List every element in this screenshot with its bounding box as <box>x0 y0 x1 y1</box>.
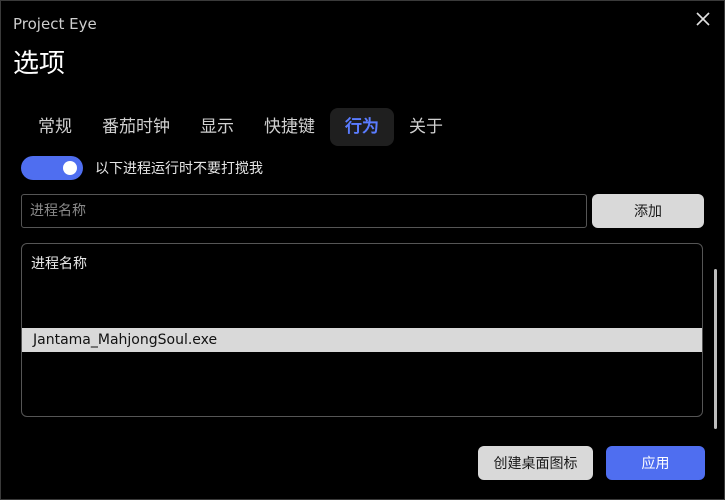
add-button[interactable]: 添加 <box>592 194 704 228</box>
tab-display[interactable]: 显示 <box>185 108 249 146</box>
list-item[interactable]: Jantama_MahjongSoul.exe <box>22 328 702 352</box>
create-desktop-icon-button[interactable]: 创建桌面图标 <box>478 446 593 480</box>
app-title: Project Eye <box>13 15 97 33</box>
dnd-toggle-row: 以下进程运行时不要打搅我 <box>21 156 263 180</box>
process-list[interactable]: 进程名称 Jantama_MahjongSoul.exe <box>21 243 703 417</box>
tab-shortcuts[interactable]: 快捷键 <box>249 108 330 146</box>
close-icon[interactable] <box>691 7 715 31</box>
tab-behavior[interactable]: 行为 <box>330 108 394 146</box>
process-name-input[interactable] <box>21 194 587 228</box>
dnd-toggle-label: 以下进程运行时不要打搅我 <box>95 161 263 177</box>
page-title: 选项 <box>13 49 66 79</box>
options-window: Project Eye 选项 常规 番茄时钟 显示 快捷键 行为 关于 以下进程… <box>0 0 725 500</box>
apply-button[interactable]: 应用 <box>606 446 705 480</box>
dnd-toggle[interactable] <box>21 156 83 180</box>
tab-about[interactable]: 关于 <box>394 108 458 146</box>
tab-bar: 常规 番茄时钟 显示 快捷键 行为 关于 <box>23 108 458 146</box>
tab-tomato-clock[interactable]: 番茄时钟 <box>87 108 185 146</box>
scrollbar[interactable] <box>714 269 717 429</box>
list-column-header: 进程名称 <box>31 256 87 272</box>
tab-general[interactable]: 常规 <box>23 108 87 146</box>
toggle-knob <box>63 161 77 175</box>
